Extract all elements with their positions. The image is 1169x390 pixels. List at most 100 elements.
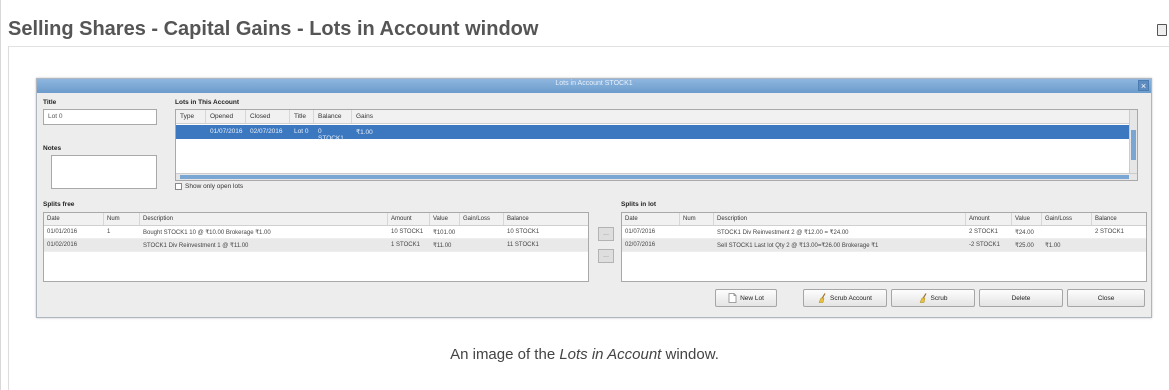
- splits-free-row[interactable]: 01/02/2016 STOCK1 Div Reinvestment 1 @ ₹…: [44, 239, 588, 252]
- new-lot-label: New Lot: [740, 294, 764, 302]
- sf-col-gainloss[interactable]: Gain/Loss: [460, 213, 504, 225]
- sl-value: ₹24.00: [1015, 230, 1034, 236]
- window-title: Lots in Account STOCK1: [555, 80, 633, 87]
- lots-vertical-scrollbar[interactable]: [1129, 110, 1137, 173]
- window-close-icon[interactable]: ×: [1138, 80, 1149, 91]
- lot-opened: 01/07/2016: [210, 128, 243, 135]
- sl-value: ₹25.00: [1015, 243, 1034, 249]
- scrub-button[interactable]: Scrub: [891, 289, 975, 307]
- new-document-icon: [728, 293, 737, 303]
- sf-col-balance[interactable]: Balance: [504, 213, 548, 225]
- splits-in-lot-row[interactable]: 02/07/2016 Sell STOCK1 Last lot Qty 2 @ …: [622, 239, 1146, 252]
- lots-col-title[interactable]: Title: [290, 110, 314, 123]
- scrub-account-button[interactable]: Scrub Account: [803, 289, 887, 307]
- notes-field-value: [52, 156, 156, 162]
- splits-free-label: Splits free: [43, 201, 75, 208]
- lots-col-closed[interactable]: Closed: [246, 110, 290, 123]
- splits-in-lot-row[interactable]: 01/07/2016 STOCK1 Div Reinvestment 2 @ ₹…: [622, 226, 1146, 239]
- lots-vertical-scroll-thumb[interactable]: [1131, 130, 1136, 160]
- sf-gainloss: [460, 226, 504, 238]
- splits-in-lot-label: Splits in lot: [621, 201, 657, 208]
- lots-horizontal-scroll-thumb[interactable]: [180, 175, 1129, 179]
- sl-col-description[interactable]: Description: [714, 213, 966, 225]
- show-open-lots-checkbox[interactable]: Show only open lots: [175, 183, 243, 190]
- sf-num: 1: [107, 229, 111, 235]
- new-lot-button[interactable]: New Lot: [715, 289, 777, 307]
- splits-free-row[interactable]: 01/01/2016 1 Bought STOCK1 10 @ ₹10.00 B…: [44, 226, 588, 239]
- expand-icon[interactable]: [1157, 24, 1167, 36]
- sl-date: 02/07/2016: [625, 242, 656, 248]
- lots-col-gains[interactable]: Gains: [352, 110, 382, 123]
- sf-col-amount[interactable]: Amount: [388, 213, 430, 225]
- sl-num: [680, 239, 714, 251]
- sl-description: STOCK1 Div Reinvestment 2 @ ₹12.00 = ₹24…: [717, 230, 849, 236]
- sf-date: 01/01/2016: [47, 229, 78, 235]
- sl-balance: 2 STOCK1: [1095, 229, 1124, 235]
- lots-col-opened[interactable]: Opened: [206, 110, 246, 123]
- caption-emphasis: Lots in Account: [559, 346, 662, 363]
- title-field-value: Lot 0: [48, 113, 63, 120]
- sl-col-amount[interactable]: Amount: [966, 213, 1012, 225]
- sl-amount: 2 STOCK1: [969, 229, 998, 235]
- delete-label: Delete: [1011, 294, 1031, 302]
- show-open-lots-label: Show only open lots: [185, 183, 244, 190]
- sl-col-date[interactable]: Date: [622, 213, 680, 225]
- notes-field[interactable]: [51, 155, 157, 189]
- sf-col-num[interactable]: Num: [104, 213, 140, 225]
- lots-label: Lots in This Account: [175, 99, 240, 106]
- splits-in-lot-table: Date Num Description Amount Value Gain/L…: [621, 212, 1147, 282]
- image-caption: An image of the Lots in Account window.: [0, 346, 1169, 363]
- lot-gains: ₹1.00: [356, 129, 373, 136]
- delete-button[interactable]: Delete: [979, 289, 1063, 307]
- lots-table-header: Type Opened Closed Title Balance Gains: [176, 110, 1137, 124]
- sl-col-gainloss[interactable]: Gain/Loss: [1042, 213, 1092, 225]
- move-to-free-button[interactable]: ...: [598, 249, 614, 263]
- sf-value: ₹101.00: [433, 230, 456, 236]
- window-titlebar[interactable]: Lots in Account STOCK1 ×: [37, 79, 1151, 93]
- checkbox-icon[interactable]: [175, 183, 182, 190]
- sl-col-value[interactable]: Value: [1012, 213, 1042, 225]
- title-field[interactable]: Lot 0: [43, 109, 157, 125]
- lot-type: [176, 125, 206, 139]
- splits-free-header: Date Num Description Amount Value Gain/L…: [44, 213, 588, 226]
- sf-gainloss: [460, 239, 504, 251]
- sl-description: Sell STOCK1 Last lot Qty 2 @ ₹13.00=₹26.…: [717, 243, 879, 249]
- sf-col-description[interactable]: Description: [140, 213, 388, 225]
- lots-table: Type Opened Closed Title Balance Gains 0…: [175, 109, 1138, 181]
- page-title: Selling Shares - Capital Gains - Lots in…: [8, 18, 539, 40]
- lot-row[interactable]: 01/07/2016 02/07/2016 Lot 0 0 STOCK1 ₹1.…: [176, 125, 1137, 142]
- sl-amount: -2 STOCK1: [969, 242, 1000, 248]
- lots-col-type[interactable]: Type: [176, 110, 206, 123]
- broom-icon: [818, 293, 826, 303]
- lots-horizontal-scrollbar[interactable]: [176, 173, 1137, 180]
- caption-prefix: An image of the: [450, 346, 560, 363]
- scrub-label: Scrub: [930, 294, 948, 302]
- sl-num: [680, 226, 714, 238]
- sf-date: 01/02/2016: [47, 242, 78, 248]
- move-to-lot-button[interactable]: ...: [598, 227, 614, 241]
- sf-col-date[interactable]: Date: [44, 213, 104, 225]
- lot-title: Lot 0: [294, 128, 309, 135]
- lot-balance: 0 STOCK1: [318, 128, 344, 142]
- sf-balance: 11 STOCK1: [507, 242, 539, 248]
- notes-label: Notes: [43, 145, 62, 152]
- sl-col-num[interactable]: Num: [680, 213, 714, 225]
- sl-balance: [1092, 239, 1146, 251]
- sf-num: [104, 239, 140, 251]
- broom-icon: [919, 293, 927, 303]
- sf-balance: 10 STOCK1: [507, 229, 540, 235]
- splits-free-table: Date Num Description Amount Value Gain/L…: [43, 212, 589, 282]
- close-label: Close: [1097, 294, 1115, 302]
- sf-amount: 1 STOCK1: [391, 242, 420, 248]
- sf-amount: 10 STOCK1: [391, 229, 424, 235]
- splits-in-lot-header: Date Num Description Amount Value Gain/L…: [622, 213, 1146, 226]
- sl-date: 01/07/2016: [625, 229, 656, 235]
- caption-suffix: window.: [661, 346, 719, 363]
- sf-description: STOCK1 Div Reinvestment 1 @ ₹11.00: [143, 243, 249, 249]
- sf-col-value[interactable]: Value: [430, 213, 460, 225]
- sl-col-balance[interactable]: Balance: [1092, 213, 1146, 225]
- title-label: Title: [43, 99, 57, 106]
- close-button[interactable]: Close: [1067, 289, 1145, 307]
- lots-col-balance[interactable]: Balance: [314, 110, 352, 123]
- sl-gainloss: ₹1.00: [1045, 243, 1061, 249]
